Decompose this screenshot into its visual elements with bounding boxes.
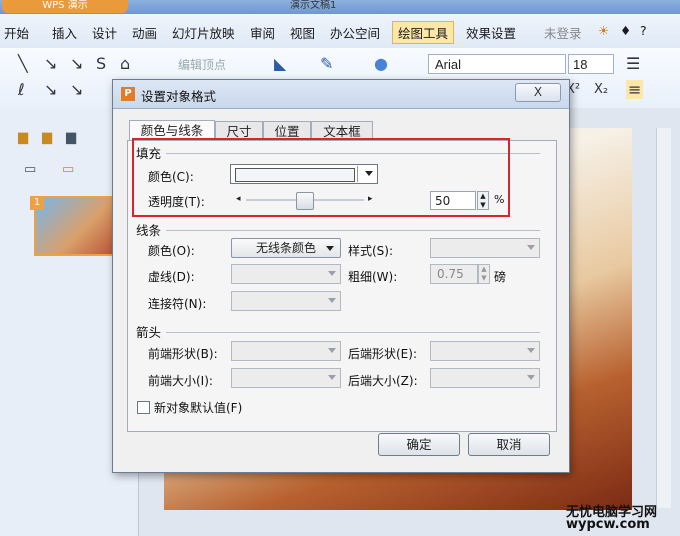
end-size-label: 后端大小(Z): bbox=[348, 374, 418, 388]
chevron-down-icon bbox=[328, 348, 336, 353]
cancel-button[interactable]: 取消 bbox=[468, 433, 550, 456]
elbow-connector-icon[interactable]: ↘ bbox=[70, 80, 83, 99]
begin-style-label: 前端形状(B): bbox=[148, 347, 218, 361]
line-weight-input[interactable]: 0.75 bbox=[430, 264, 478, 284]
line-color-value: 无线条颜色 bbox=[255, 241, 316, 255]
line-color-icon[interactable]: ✎ bbox=[320, 54, 333, 73]
connector-tool-icon[interactable]: ↘ bbox=[44, 80, 57, 99]
divider bbox=[166, 332, 540, 333]
default-checkbox-label[interactable]: 新对象默认值(F) bbox=[154, 399, 242, 416]
arrow-tool-icon[interactable]: ↘ bbox=[44, 54, 57, 73]
scribble-tool-icon[interactable]: ℓ bbox=[18, 80, 25, 99]
menu-start[interactable]: 开始 bbox=[4, 23, 29, 42]
font-size-select[interactable]: 18 bbox=[568, 54, 614, 74]
menu-review[interactable]: 审阅 bbox=[250, 23, 275, 42]
document-title: 演示文稿1 bbox=[290, 0, 337, 11]
line-color-label: 颜色(O): bbox=[148, 244, 195, 258]
chevron-down-icon bbox=[328, 271, 336, 276]
default-checkbox[interactable] bbox=[137, 401, 150, 414]
arrows-section-title: 箭头 bbox=[136, 325, 162, 340]
menu-effects[interactable]: 效果设置 bbox=[466, 23, 516, 42]
chevron-down-icon bbox=[326, 246, 334, 251]
list-icon[interactable]: ☰ bbox=[626, 54, 640, 73]
dialog-close-button[interactable]: X bbox=[515, 83, 561, 102]
align-left-icon[interactable]: ≡ bbox=[626, 80, 644, 99]
font-family-select[interactable]: Arial bbox=[428, 54, 566, 74]
line-style-select[interactable] bbox=[430, 238, 540, 258]
print-icon[interactable]: ▆ bbox=[66, 130, 76, 145]
chevron-down-icon bbox=[527, 245, 535, 250]
begin-style-select[interactable] bbox=[231, 341, 341, 361]
curve-tool-icon[interactable]: S bbox=[96, 54, 106, 73]
slide-thumbnail[interactable] bbox=[34, 196, 124, 256]
outline-view-icon[interactable]: ▭ bbox=[24, 162, 36, 177]
vertical-scrollbar[interactable] bbox=[656, 128, 671, 508]
wps-presentation-icon: P bbox=[121, 87, 135, 101]
subscript-icon[interactable]: X₂ bbox=[594, 82, 608, 97]
chevron-down-icon bbox=[328, 298, 336, 303]
line-weight-unit[interactable]: 磅 bbox=[494, 268, 506, 285]
save-icon[interactable]: ▆ bbox=[18, 130, 28, 145]
menu-drawing-tools[interactable]: 绘图工具 bbox=[392, 21, 455, 44]
highlight-box bbox=[132, 138, 510, 217]
slide-number: 1 bbox=[30, 196, 44, 210]
edit-vertex-button[interactable]: 编辑顶点 bbox=[178, 56, 226, 73]
begin-size-label: 前端大小(I): bbox=[148, 374, 213, 388]
line-section-title: 线条 bbox=[136, 223, 162, 238]
menu-design[interactable]: 设计 bbox=[92, 23, 117, 42]
watermark-url: wypcw.com bbox=[566, 517, 650, 532]
skin-icon[interactable]: ☀ bbox=[598, 23, 609, 38]
shirt-icon[interactable]: ♦ bbox=[620, 23, 631, 38]
chevron-down-icon bbox=[527, 348, 535, 353]
menu-animation[interactable]: 动画 bbox=[132, 23, 157, 42]
freeform-tool-icon[interactable]: ⌂ bbox=[120, 54, 130, 73]
menu-bar: 开始 插入 设计 动画 幻灯片放映 审阅 视图 办公空间 绘图工具 效果设置 未… bbox=[0, 14, 680, 49]
begin-size-select[interactable] bbox=[231, 368, 341, 388]
open-icon[interactable]: ▆ bbox=[42, 130, 52, 145]
shape-effect-icon[interactable]: ● bbox=[374, 54, 388, 73]
double-arrow-tool-icon[interactable]: ↘ bbox=[70, 54, 83, 73]
menu-slideshow[interactable]: 幻灯片放映 bbox=[172, 23, 235, 42]
dash-select[interactable] bbox=[231, 264, 341, 284]
connector-label: 连接符(N): bbox=[148, 297, 207, 311]
menu-insert[interactable]: 插入 bbox=[52, 23, 77, 42]
chevron-down-icon bbox=[527, 375, 535, 380]
menu-view[interactable]: 视图 bbox=[290, 23, 315, 42]
line-tool-icon[interactable]: ╲ bbox=[18, 54, 28, 73]
dash-label: 虚线(D): bbox=[148, 270, 195, 284]
help-icon[interactable]: ? bbox=[640, 23, 647, 38]
slides-view-icon[interactable]: ▭ bbox=[62, 162, 74, 177]
ok-button[interactable]: 确定 bbox=[378, 433, 460, 456]
connector-select[interactable] bbox=[231, 291, 341, 311]
line-style-label: 样式(S): bbox=[348, 244, 394, 258]
line-weight-value: 0.75 bbox=[437, 267, 464, 281]
end-style-label: 后端形状(E): bbox=[348, 347, 417, 361]
line-weight-label: 粗细(W): bbox=[348, 270, 398, 284]
dialog-title: 设置对象格式 bbox=[141, 89, 217, 104]
menu-office-space[interactable]: 办公空间 bbox=[330, 23, 380, 42]
fill-bucket-icon[interactable]: ◣ bbox=[274, 54, 286, 73]
divider bbox=[166, 230, 540, 231]
end-size-select[interactable] bbox=[430, 368, 540, 388]
login-status[interactable]: 未登录 bbox=[544, 23, 582, 42]
line-color-select[interactable]: 无线条颜色 bbox=[231, 238, 341, 258]
end-style-select[interactable] bbox=[430, 341, 540, 361]
chevron-down-icon bbox=[328, 375, 336, 380]
line-weight-spinner[interactable]: ▲ ▼ bbox=[478, 264, 490, 284]
wps-menu-button[interactable]: WPS 演示 bbox=[2, 0, 128, 13]
